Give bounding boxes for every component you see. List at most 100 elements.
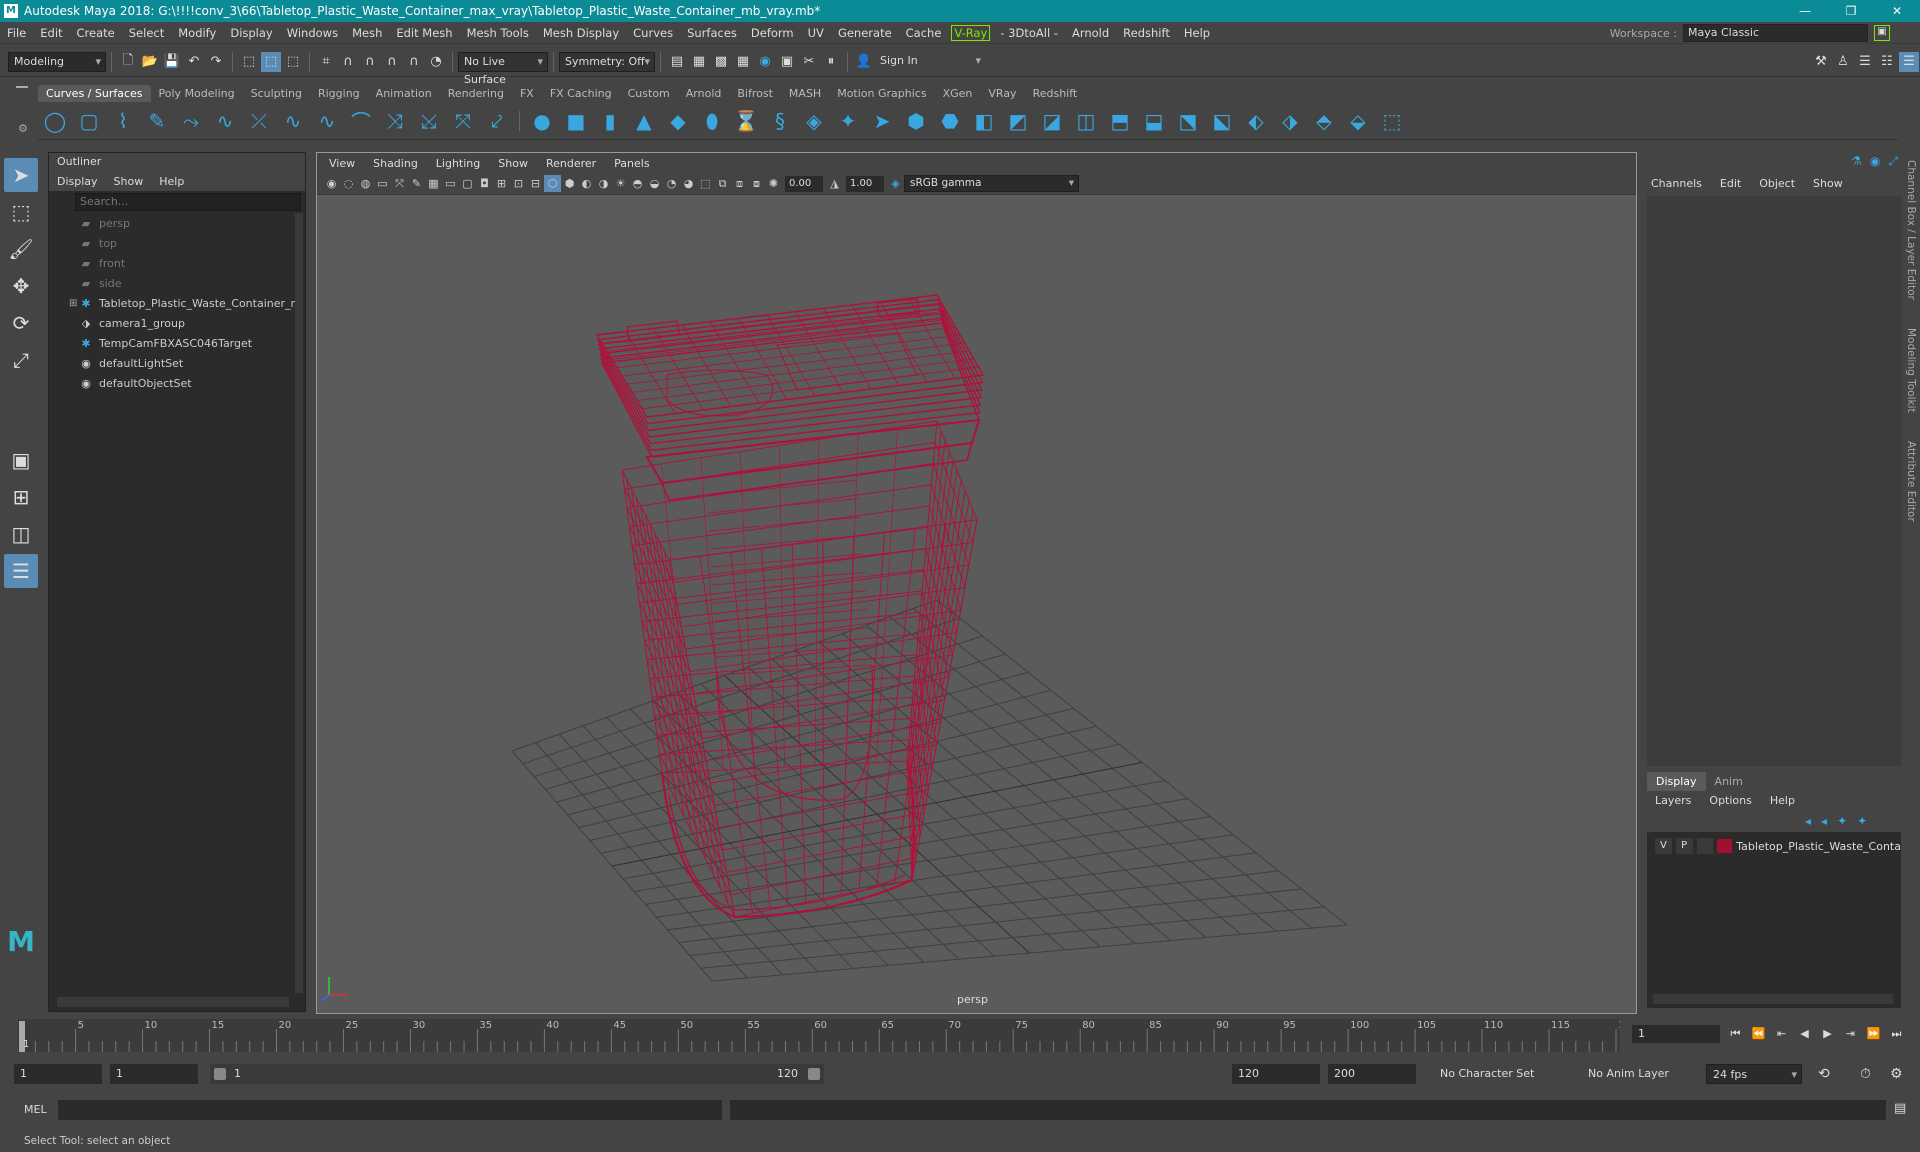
outliner-layout-icon[interactable]: ☰ [4, 554, 38, 588]
menu-vray[interactable]: V-Ray [951, 24, 991, 41]
script-editor-icon[interactable]: ▤ [1894, 1101, 1906, 1116]
snap-point-icon[interactable]: ∩ [360, 52, 380, 72]
menu-file[interactable]: File [0, 26, 33, 40]
color-management-icon[interactable]: ◈ [887, 175, 904, 192]
channel-menu-object[interactable]: Object [1759, 177, 1795, 190]
menu-edit[interactable]: Edit [33, 26, 69, 40]
2d-pan-zoom-icon[interactable]: ⤧ [391, 175, 408, 192]
render-view-icon[interactable]: ▣ [777, 52, 797, 72]
menu-deform[interactable]: Deform [744, 26, 801, 40]
open-close-icon[interactable]: ⬕ [1207, 106, 1237, 136]
shadows-icon[interactable]: ◓ [629, 175, 646, 192]
fps-dropdown[interactable]: 24 fps [1706, 1064, 1802, 1085]
image-plane-icon[interactable]: ▭ [374, 175, 391, 192]
curve-tool-icon[interactable]: ∿ [278, 106, 308, 136]
menu-set-dropdown[interactable]: Modeling [8, 51, 106, 72]
viewport-menu-renderer[interactable]: Renderer [539, 157, 603, 170]
view-transform-dropdown[interactable]: sRGB gamma [904, 175, 1079, 192]
shelf-tab-vray[interactable]: VRay [980, 85, 1024, 102]
shelf-tab-fx-caching[interactable]: FX Caching [542, 85, 620, 102]
project-curve-icon[interactable]: ◩ [1003, 106, 1033, 136]
shelf-tab-custom[interactable]: Custom [620, 85, 678, 102]
safe-title-icon[interactable]: ⊟ [527, 175, 544, 192]
outliner-item-camera1-group[interactable]: ⬗ camera1_group [49, 313, 305, 333]
exposure-icon[interactable]: ✺ [765, 175, 782, 192]
symmetry-dropdown[interactable]: Symmetry: Off [559, 51, 655, 72]
bevel-plus-icon[interactable]: ◧ [969, 106, 999, 136]
layer-tab-anim[interactable]: Anim [1706, 772, 1752, 791]
side-tab-attribute-editor[interactable]: Attribute Editor [1905, 441, 1917, 522]
detach-curves-icon[interactable]: ⤩ [414, 106, 444, 136]
snap-surface-icon[interactable]: ∩ [404, 52, 424, 72]
pause-icon[interactable]: ⏸ [821, 52, 841, 72]
curve-arc-icon[interactable]: ⌒ [346, 106, 376, 136]
gate-mask-icon[interactable]: ◘ [476, 175, 493, 192]
viewport-canvas[interactable] [317, 195, 1638, 1015]
outliner-menu-help[interactable]: Help [159, 175, 184, 188]
layer-move-up-icon[interactable]: ◂ [1805, 814, 1811, 828]
intersect-icon[interactable]: ◪ [1037, 106, 1067, 136]
undo-icon[interactable]: ↶ [184, 52, 204, 72]
menu-select[interactable]: Select [122, 26, 171, 40]
menu-display[interactable]: Display [223, 26, 279, 40]
side-tab-channel-box-layer-editor[interactable]: Channel Box / Layer Editor [1905, 160, 1917, 300]
go-to-start-icon[interactable]: ⏮ [1726, 1025, 1745, 1043]
select-hierarchy-icon[interactable]: ⬚ [239, 52, 259, 72]
range-start-handle[interactable] [214, 1068, 226, 1080]
offset-curve-icon[interactable]: ⤦ [482, 106, 512, 136]
layer-row[interactable]: V P Tabletop_Plastic_Waste_Conta [1647, 836, 1901, 856]
close-button[interactable]: ✕ [1874, 0, 1920, 22]
save-scene-icon[interactable]: 💾 [162, 52, 182, 72]
outliner-menu-show[interactable]: Show [114, 175, 144, 188]
step-forward-icon[interactable]: ⏩ [1864, 1025, 1883, 1043]
menu-mesh[interactable]: Mesh [345, 26, 389, 40]
arc-icon[interactable]: ⤫ [244, 106, 274, 136]
nurbs-cone-icon[interactable]: ▲ [629, 106, 659, 136]
sculpt-icon[interactable]: ⬙ [1343, 106, 1373, 136]
command-input[interactable] [58, 1100, 722, 1120]
attach-curves-icon[interactable]: ⤨ [380, 106, 410, 136]
sign-in-button[interactable]: Sign In [875, 51, 985, 72]
anim-preferences-icon[interactable]: ⚙ [1890, 1066, 1903, 1082]
range-bar[interactable]: 1 120 [210, 1064, 824, 1084]
outliner-item-tempcamfbxasc046target[interactable]: ✱ TempCamFBXASC046Target [49, 333, 305, 353]
bezier-curve-icon[interactable]: ⤳ [176, 106, 206, 136]
attribute-editor-icon[interactable]: ☰ [1855, 52, 1875, 72]
ambient-occlusion-icon[interactable]: ◒ [646, 175, 663, 192]
planar-icon[interactable]: ◈ [799, 106, 829, 136]
menu-edit-mesh[interactable]: Edit Mesh [389, 26, 459, 40]
nurbs-circle-icon[interactable]: ◯ [40, 106, 70, 136]
layer-tab-display[interactable]: Display [1647, 772, 1706, 791]
shelf-tab-curves-surfaces[interactable]: Curves / Surfaces [38, 85, 151, 102]
insert-isoparm-icon[interactable]: ⬖ [1241, 106, 1271, 136]
menu-cache[interactable]: Cache [899, 26, 949, 40]
nurbs-cylinder-icon[interactable]: ▮ [595, 106, 625, 136]
current-frame-field[interactable]: 1 [1632, 1025, 1720, 1043]
untrim-icon[interactable]: ⬒ [1105, 106, 1135, 136]
outliner-item-top[interactable]: ▰ top [49, 233, 305, 253]
nurbs-square-icon[interactable]: ▢ [74, 106, 104, 136]
snap-grid-icon[interactable]: ⌗ [316, 52, 336, 72]
pencil-curve-icon[interactable]: ∿ [210, 106, 240, 136]
shelf-tab-motion-graphics[interactable]: Motion Graphics [829, 85, 934, 102]
menu-windows[interactable]: Windows [280, 26, 345, 40]
square-surface-icon[interactable]: ⬣ [935, 106, 965, 136]
gamma-icon[interactable]: ◮ [826, 175, 843, 192]
channel-box-icon-b[interactable]: ◉ [1870, 154, 1880, 169]
snap-curve-icon[interactable]: ∩ [338, 52, 358, 72]
step-forward-key-icon[interactable]: ⇥ [1841, 1025, 1860, 1043]
select-tool-icon[interactable]: ➤ [4, 158, 38, 192]
use-all-lights-icon[interactable]: ☀ [612, 175, 629, 192]
workspace-dropdown[interactable]: Maya Classic [1683, 24, 1868, 42]
playback-start-field[interactable]: 1 [110, 1064, 198, 1084]
nurbs-cube-icon[interactable]: ■ [561, 106, 591, 136]
character-set-dropdown[interactable]: No Character Set [1434, 1064, 1570, 1084]
channel-menu-show[interactable]: Show [1813, 177, 1843, 190]
outliner-search-input[interactable]: Search... [75, 193, 301, 211]
four-view-layout-icon[interactable]: ⊞ [4, 480, 38, 514]
outliner-hscrollbar[interactable] [57, 997, 289, 1007]
channel-box-icon-a[interactable]: ⚗ [1851, 154, 1862, 169]
channel-box-area[interactable] [1647, 196, 1901, 766]
revolve-icon[interactable]: ⌛ [731, 106, 761, 136]
anim-layer-dropdown[interactable]: No Anim Layer [1582, 1064, 1692, 1084]
